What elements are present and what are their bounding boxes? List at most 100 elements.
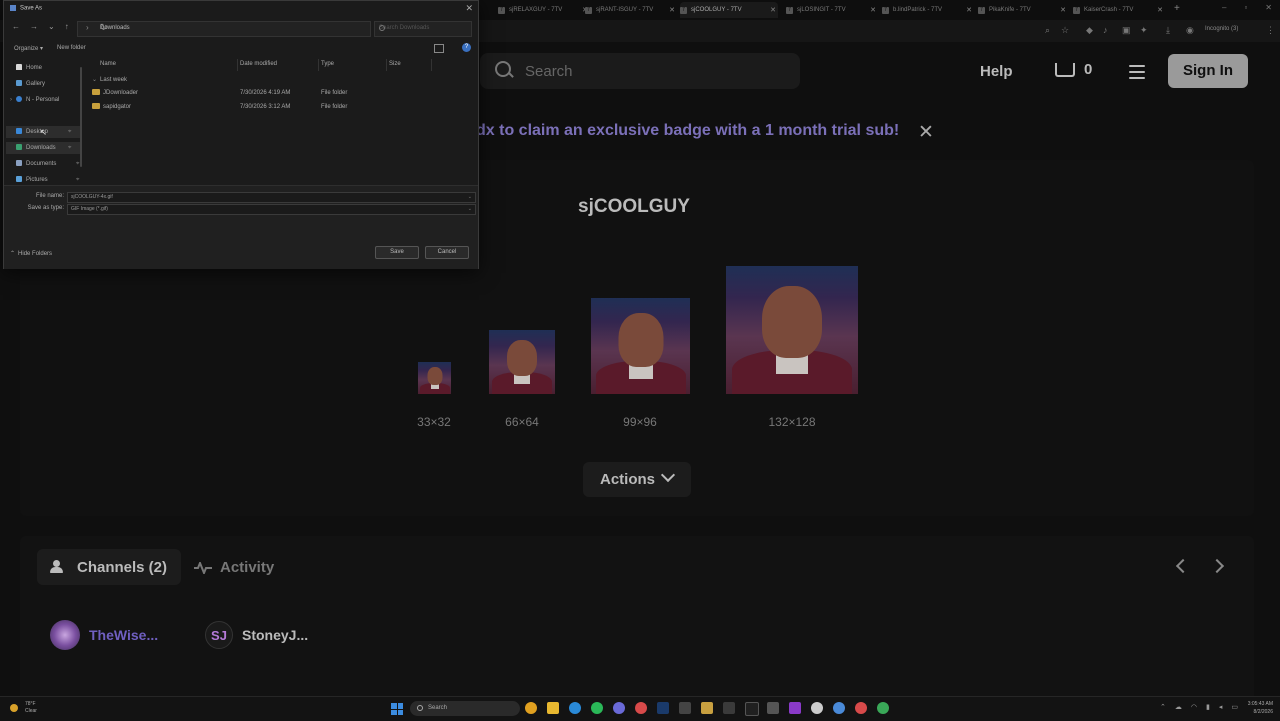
system-clock[interactable]: 3:05:43 AM 8/2/2026: [1233, 700, 1273, 716]
up-arrow-icon[interactable]: ↑: [65, 22, 69, 31]
sign-in-button[interactable]: Sign In: [1168, 54, 1248, 88]
chevron-up-icon[interactable]: ⌃: [1160, 703, 1166, 711]
view-options-icon[interactable]: [434, 44, 444, 53]
app-icon[interactable]: [635, 702, 647, 714]
channel-item[interactable]: SJ StoneyJ...: [204, 619, 308, 651]
address-bar[interactable]: › Downloads ⌄ ↻: [77, 21, 371, 37]
incognito-indicator[interactable]: Incognito (3): [1205, 26, 1238, 32]
emote-preview-1x[interactable]: [418, 362, 451, 394]
tab-channels[interactable]: Channels (2): [37, 549, 181, 585]
sidebar-item-home[interactable]: Home: [16, 62, 42, 74]
file-name-input[interactable]: sjCOOLGUY-4x.gif ⌄: [67, 192, 476, 203]
close-tab-icon[interactable]: ✕: [870, 6, 876, 14]
app-icon[interactable]: [745, 702, 759, 716]
app-icon[interactable]: [811, 702, 823, 714]
terminal-icon[interactable]: [679, 702, 691, 714]
channel-item[interactable]: TheWise...: [50, 619, 158, 651]
app-icon[interactable]: [877, 702, 889, 714]
cart-button[interactable]: 0: [1055, 61, 1092, 78]
column-header-size[interactable]: Size: [389, 61, 401, 67]
file-row[interactable]: sapidgator: [92, 101, 131, 113]
file-explorer-icon[interactable]: [547, 702, 559, 714]
actions-dropdown-button[interactable]: Actions: [583, 462, 691, 497]
app-icon[interactable]: [855, 702, 867, 714]
zoom-icon[interactable]: ⌕: [1045, 25, 1050, 36]
chevron-down-icon[interactable]: ⌄: [48, 22, 55, 31]
browser-tab[interactable]: 7 sjLOSINGIT - 7TV ✕: [786, 2, 878, 18]
hamburger-menu-icon[interactable]: [1129, 65, 1145, 83]
refresh-icon[interactable]: ↻: [100, 22, 366, 33]
browser-tab[interactable]: 7 KaiserCrash - 7TV ✕: [1073, 2, 1165, 18]
help-icon[interactable]: ?: [462, 43, 471, 52]
chevron-down-icon[interactable]: ⌄: [468, 205, 472, 214]
photoshop-icon[interactable]: [657, 702, 669, 714]
emote-preview-4x[interactable]: [726, 266, 858, 394]
sidebar-item-documents[interactable]: Documents ⌖: [16, 158, 79, 170]
emote-preview-3x[interactable]: [591, 298, 690, 394]
forward-arrow-icon[interactable]: →: [30, 22, 38, 31]
profile-icon[interactable]: ◉: [1186, 25, 1194, 36]
chevron-right-icon[interactable]: ›: [10, 97, 12, 103]
chrome-icon[interactable]: [525, 702, 537, 714]
file-row[interactable]: JDownloader: [92, 87, 138, 99]
extension-icon[interactable]: ◆: [1086, 25, 1093, 36]
column-divider[interactable]: [318, 59, 319, 71]
search-input[interactable]: Search: [480, 53, 800, 89]
save-button[interactable]: Save: [375, 246, 419, 259]
column-divider[interactable]: [386, 59, 387, 71]
browser-tab[interactable]: 7 b.lindPatrick - 7TV ✕: [882, 2, 974, 18]
speaker-icon[interactable]: ◂: [1219, 703, 1223, 711]
bookmark-star-icon[interactable]: ☆: [1061, 25, 1069, 36]
column-divider[interactable]: [431, 59, 432, 71]
app-icon[interactable]: [723, 702, 735, 714]
column-header-type[interactable]: Type: [321, 61, 334, 67]
close-tab-icon[interactable]: ✕: [669, 6, 675, 14]
sidebar-item-gallery[interactable]: Gallery: [16, 78, 45, 90]
edge-icon[interactable]: [569, 702, 581, 714]
browser-menu-icon[interactable]: ⋮: [1266, 25, 1275, 36]
extension-icon[interactable]: ♪: [1103, 25, 1108, 35]
emote-preview-2x[interactable]: [489, 330, 555, 394]
extension-icon[interactable]: ▣: [1122, 25, 1131, 36]
close-tab-icon[interactable]: ✕: [1060, 6, 1066, 14]
cloud-icon[interactable]: ☁: [1175, 703, 1182, 711]
browser-tab[interactable]: 7 sjRELAXGUY - 7TV ✕: [498, 2, 590, 18]
sidebar-item-personal[interactable]: › N - Personal: [10, 94, 59, 106]
browser-tab-active[interactable]: 7 sjCOOLGUY - 7TV ✕: [680, 2, 778, 18]
wifi-icon[interactable]: ◠: [1191, 703, 1197, 711]
app-icon[interactable]: [789, 702, 801, 714]
new-tab-icon[interactable]: +: [1174, 3, 1180, 14]
browser-tab[interactable]: 7 PikaKnife - 7TV ✕: [978, 2, 1068, 18]
save-type-select[interactable]: GIF Image (*.gif) ⌄: [67, 204, 476, 215]
column-divider[interactable]: [237, 59, 238, 71]
maximize-icon[interactable]: ▫: [1244, 3, 1247, 12]
tab-activity[interactable]: Activity: [194, 559, 274, 576]
close-tab-icon[interactable]: ✕: [770, 6, 776, 14]
organize-button[interactable]: Organize ▾: [14, 45, 43, 52]
weather-widget[interactable]: 78°F Clear: [10, 701, 37, 715]
extensions-puzzle-icon[interactable]: ✦: [1140, 25, 1148, 36]
back-arrow-icon[interactable]: ←: [12, 22, 20, 31]
hide-folders-button[interactable]: ⌃ Hide Folders: [10, 250, 52, 257]
app-icon[interactable]: [833, 702, 845, 714]
dialog-search-input[interactable]: Search Downloads: [374, 21, 472, 37]
download-icon[interactable]: ⤓: [1166, 25, 1170, 36]
app-icon[interactable]: [767, 702, 779, 714]
new-folder-button[interactable]: New folder: [57, 45, 86, 52]
spotify-icon[interactable]: [591, 702, 603, 714]
close-icon[interactable]: ✕: [918, 121, 934, 144]
close-tab-icon[interactable]: ✕: [1157, 6, 1163, 14]
sidebar-scrollbar[interactable]: [80, 67, 82, 167]
app-icon[interactable]: [701, 702, 713, 714]
chevron-down-icon[interactable]: ⌄: [468, 193, 472, 202]
discord-icon[interactable]: [613, 702, 625, 714]
minimize-icon[interactable]: –: [1222, 3, 1226, 12]
browser-tab[interactable]: 7 sjRANT-ISGUY - 7TV ✕: [585, 2, 677, 18]
column-header-name[interactable]: Name: [100, 61, 116, 67]
windows-start-icon[interactable]: [391, 703, 403, 715]
dialog-close-icon[interactable]: ✕: [465, 3, 473, 14]
column-header-date[interactable]: Date modified: [240, 61, 277, 67]
close-window-icon[interactable]: ✕: [1265, 3, 1272, 12]
cancel-button[interactable]: Cancel: [425, 246, 469, 259]
close-tab-icon[interactable]: ✕: [966, 6, 972, 14]
